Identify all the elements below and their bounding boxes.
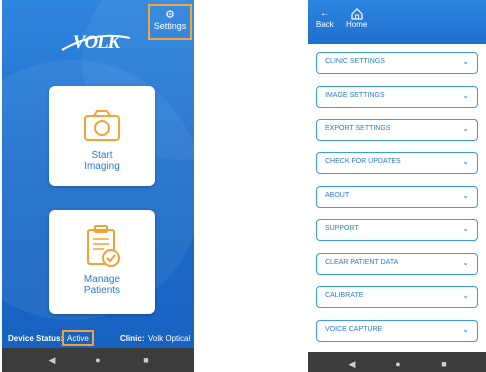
arrow-left-icon: ←	[319, 8, 330, 19]
settings-button[interactable]: ⚙ Settings	[148, 4, 192, 40]
start-label-line1: Start	[91, 150, 113, 161]
chevron-down-icon: ⌄	[462, 124, 469, 133]
device-status-badge[interactable]: Active	[62, 330, 94, 346]
menu-label: VOICE CAPTURE	[325, 326, 383, 333]
menu-export-settings[interactable]: EXPORT SETTINGS ⌄	[316, 119, 478, 141]
start-label-line2: Imaging	[84, 161, 120, 172]
logo-text: VOLK	[72, 32, 121, 53]
settings-label: Settings	[153, 21, 187, 31]
clinic-value: Volk Optical	[148, 334, 191, 343]
menu-label: EXPORT SETTINGS	[325, 125, 391, 132]
menu-label: IMAGE SETTINGS	[325, 92, 385, 99]
nav-recent-icon[interactable]: ■	[434, 352, 454, 372]
chevron-down-icon: ⌄	[462, 57, 469, 66]
settings-screen: ← Back Home CLINIC SETTINGS ⌄ IMAGE SETT…	[308, 0, 486, 372]
menu-support[interactable]: SUPPORT ⌄	[316, 219, 478, 241]
menu-label: CLINIC SETTINGS	[325, 58, 385, 65]
chevron-down-icon: ⌄	[462, 224, 469, 233]
menu-check-for-updates[interactable]: CHECK FOR UPDATES ⌄	[316, 152, 478, 174]
menu-label: CALIBRATE	[325, 292, 364, 299]
device-status-value: Active	[67, 334, 89, 343]
menu-label: CHECK FOR UPDATES	[325, 158, 401, 165]
chevron-down-icon: ⌄	[462, 157, 469, 166]
manage-label-line2: Patients	[83, 285, 121, 296]
nav-home-icon[interactable]: ●	[88, 348, 108, 372]
manage-patients-card[interactable]: Manage Patients	[49, 210, 155, 314]
menu-calibrate[interactable]: CALIBRATE ⌄	[316, 286, 478, 308]
nav-back-icon[interactable]: ◀	[342, 352, 362, 372]
chevron-down-icon: ⌄	[462, 258, 469, 267]
home-label: Home	[346, 20, 368, 29]
device-status-label: Device Status:	[8, 334, 64, 343]
back-label: Back	[316, 20, 334, 29]
home-icon	[351, 8, 363, 20]
start-imaging-card[interactable]: Start Imaging	[49, 86, 155, 186]
android-nav-bar: ◀ ● ■	[308, 352, 486, 372]
menu-image-settings[interactable]: IMAGE SETTINGS ⌄	[316, 86, 478, 108]
clipboard-check-icon	[87, 225, 120, 267]
nav-home-icon[interactable]: ●	[388, 352, 408, 372]
nav-back-icon[interactable]: ◀	[42, 348, 62, 372]
settings-header: ← Back Home	[308, 0, 486, 44]
menu-clinic-settings[interactable]: CLINIC SETTINGS ⌄	[316, 52, 478, 74]
menu-voice-capture[interactable]: VOICE CAPTURE ⌄	[316, 320, 478, 342]
home-screen: ⚙ Settings VOLK Start Imaging Manage Pat…	[2, 0, 194, 372]
back-button[interactable]: ← Back	[316, 8, 334, 29]
camera-icon	[84, 110, 120, 141]
chevron-down-icon: ⌄	[462, 325, 469, 334]
menu-about[interactable]: ABOUT ⌄	[316, 186, 478, 208]
menu-label: SUPPORT	[325, 225, 359, 232]
chevron-down-icon: ⌄	[462, 291, 469, 300]
home-button[interactable]: Home	[346, 8, 367, 29]
status-bar: Device Status: Active Clinic: Volk Optic…	[2, 330, 194, 346]
chevron-down-icon: ⌄	[462, 191, 469, 200]
nav-recent-icon[interactable]: ■	[136, 348, 156, 372]
volk-logo: VOLK	[58, 32, 134, 54]
menu-label: CLEAR PATIENT DATA	[325, 259, 399, 266]
menu-clear-patient-data[interactable]: CLEAR PATIENT DATA ⌄	[316, 253, 478, 275]
menu-label: ABOUT	[325, 192, 350, 199]
manage-label-line1: Manage	[83, 274, 121, 285]
android-nav-bar: ◀ ● ■	[2, 348, 194, 372]
clinic-label: Clinic:	[120, 334, 145, 343]
gear-icon: ⚙	[165, 9, 175, 21]
chevron-down-icon: ⌄	[462, 91, 469, 100]
